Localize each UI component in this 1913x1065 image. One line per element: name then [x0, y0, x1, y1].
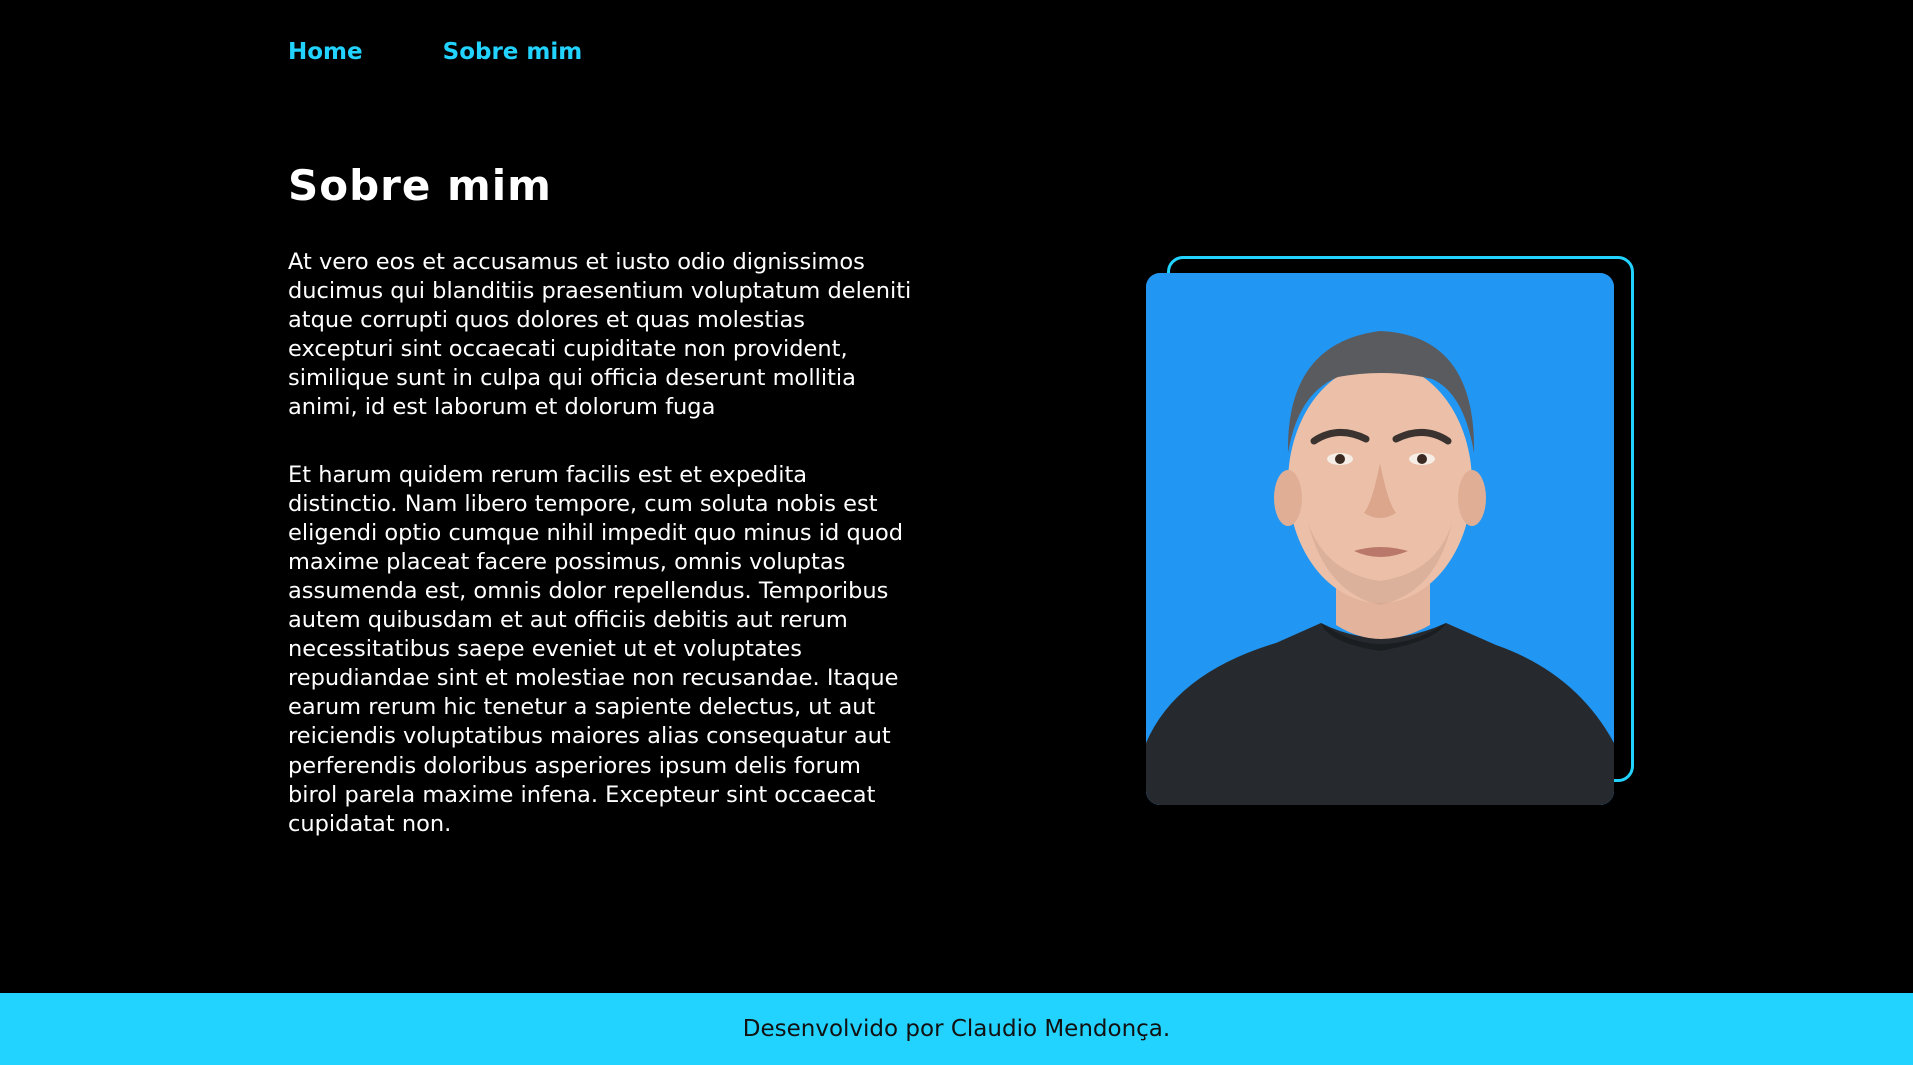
- about-paragraph-1: At vero eos et accusamus et iusto odio d…: [288, 249, 912, 421]
- nav-about-link[interactable]: Sobre mim: [443, 36, 583, 68]
- person-portrait-icon: [1146, 273, 1614, 805]
- footer: Desenvolvido por Claudio Mendonça.: [0, 993, 1913, 1065]
- footer-credit: Desenvolvido por Claudio Mendonça.: [742, 1016, 1171, 1042]
- top-nav: Home Sobre mim: [288, 36, 582, 68]
- page-title: Sobre mim: [288, 161, 552, 210]
- about-paragraph-2: Et harum quidem rerum facilis est et exp…: [288, 461, 904, 837]
- profile-photo-frame: [1146, 256, 1634, 806]
- about-text: At vero eos et accusamus et iusto odio d…: [288, 248, 913, 877]
- nav-home-link[interactable]: Home: [288, 36, 363, 68]
- page: Home Sobre mim Sobre mim At vero eos et …: [0, 0, 1913, 1065]
- profile-photo: [1146, 273, 1614, 805]
